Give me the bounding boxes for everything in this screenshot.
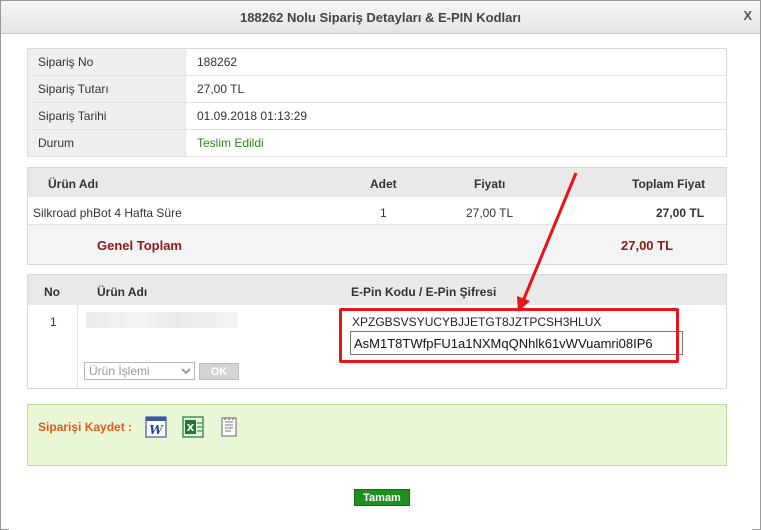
dialog-titlebar: 188262 Nolu Sipariş Detayları & E-PIN Ko…: [1, 1, 760, 34]
close-icon[interactable]: X: [743, 8, 752, 23]
col-epin-code: E-Pin Kodu / E-Pin Şifresi: [351, 285, 497, 299]
order-info-row: Durum Teslim Edildi: [27, 129, 727, 157]
epin-password-field[interactable]: [350, 331, 683, 355]
order-info-key: Durum: [27, 129, 186, 157]
product-operation-select[interactable]: Ürün İşlemi: [84, 362, 195, 380]
product-total: 27,00 TL: [656, 206, 705, 220]
col-quantity: Adet: [370, 177, 397, 191]
svg-text:W: W: [149, 423, 164, 437]
column-divider: [77, 305, 78, 388]
order-info-key: Sipariş No: [27, 48, 186, 76]
confirm-button[interactable]: Tamam: [354, 489, 410, 506]
save-order-panel: Siparişi Kaydet : W X: [27, 404, 727, 466]
text-file-icon[interactable]: [218, 416, 240, 438]
product-price: 27,00 TL: [466, 206, 514, 220]
word-icon[interactable]: W: [145, 416, 167, 438]
product-row: Silkroad phBot 4 Hafta Süre 1 27,00 TL 2…: [28, 197, 726, 224]
svg-text:X: X: [187, 423, 195, 434]
col-total-price: Toplam Fiyat: [632, 177, 706, 191]
epin-table: No Ürün Adı E-Pin Kodu / E-Pin Şifresi 1…: [27, 274, 727, 389]
order-info-value: 01.09.2018 01:13:29: [185, 102, 727, 130]
product-name: Silkroad phBot 4 Hafta Süre: [33, 206, 182, 220]
order-info-key: Sipariş Tarihi: [27, 102, 186, 130]
epin-row-number: 1: [50, 315, 57, 329]
col-product-name: Ürün Adı: [48, 177, 99, 191]
grand-total-value: 27,00 TL: [621, 238, 674, 253]
order-info-table: Sipariş No 188262 Sipariş Tutarı 27,00 T…: [27, 48, 727, 157]
product-table-header: Ürün Adı Adet Fiyatı Toplam Fiyat: [28, 168, 726, 197]
col-no: No: [44, 285, 60, 299]
ok-button[interactable]: OK: [199, 363, 239, 380]
order-detail-dialog: 188262 Nolu Sipariş Detayları & E-PIN Ko…: [0, 0, 761, 530]
order-info-row: Sipariş Tutarı 27,00 TL: [27, 75, 727, 103]
status-value: Teslim Edildi: [185, 129, 727, 157]
save-order-label: Siparişi Kaydet :: [38, 420, 133, 434]
product-qty: 1: [380, 206, 387, 220]
product-table: Ürün Adı Adet Fiyatı Toplam Fiyat Silkro…: [27, 167, 727, 265]
order-info-row: Sipariş Tarihi 01.09.2018 01:13:29: [27, 102, 727, 130]
epin-table-header: No Ürün Adı E-Pin Kodu / E-Pin Şifresi: [28, 275, 726, 305]
epin-code: XPZGBSVSYUCYBJJETGT8JZTPCSH3HLUX: [352, 315, 602, 329]
order-info-value: 188262: [185, 48, 727, 76]
dialog-title: 188262 Nolu Sipariş Detayları & E-PIN Ko…: [239, 10, 522, 25]
col-price: Fiyatı: [474, 177, 506, 191]
excel-icon[interactable]: X: [182, 416, 204, 438]
order-info-value: 27,00 TL: [185, 75, 727, 103]
order-info-row: Sipariş No 188262: [27, 48, 727, 76]
grand-total-row: Genel Toplam 27,00 TL: [28, 224, 726, 264]
dialog-content: Sipariş No 188262 Sipariş Tutarı 27,00 T…: [9, 35, 752, 530]
order-info-key: Sipariş Tutarı: [27, 75, 186, 103]
col-epin-product-name: Ürün Adı: [97, 285, 148, 299]
grand-total-label: Genel Toplam: [97, 238, 182, 253]
redacted-product-name: [86, 312, 238, 328]
